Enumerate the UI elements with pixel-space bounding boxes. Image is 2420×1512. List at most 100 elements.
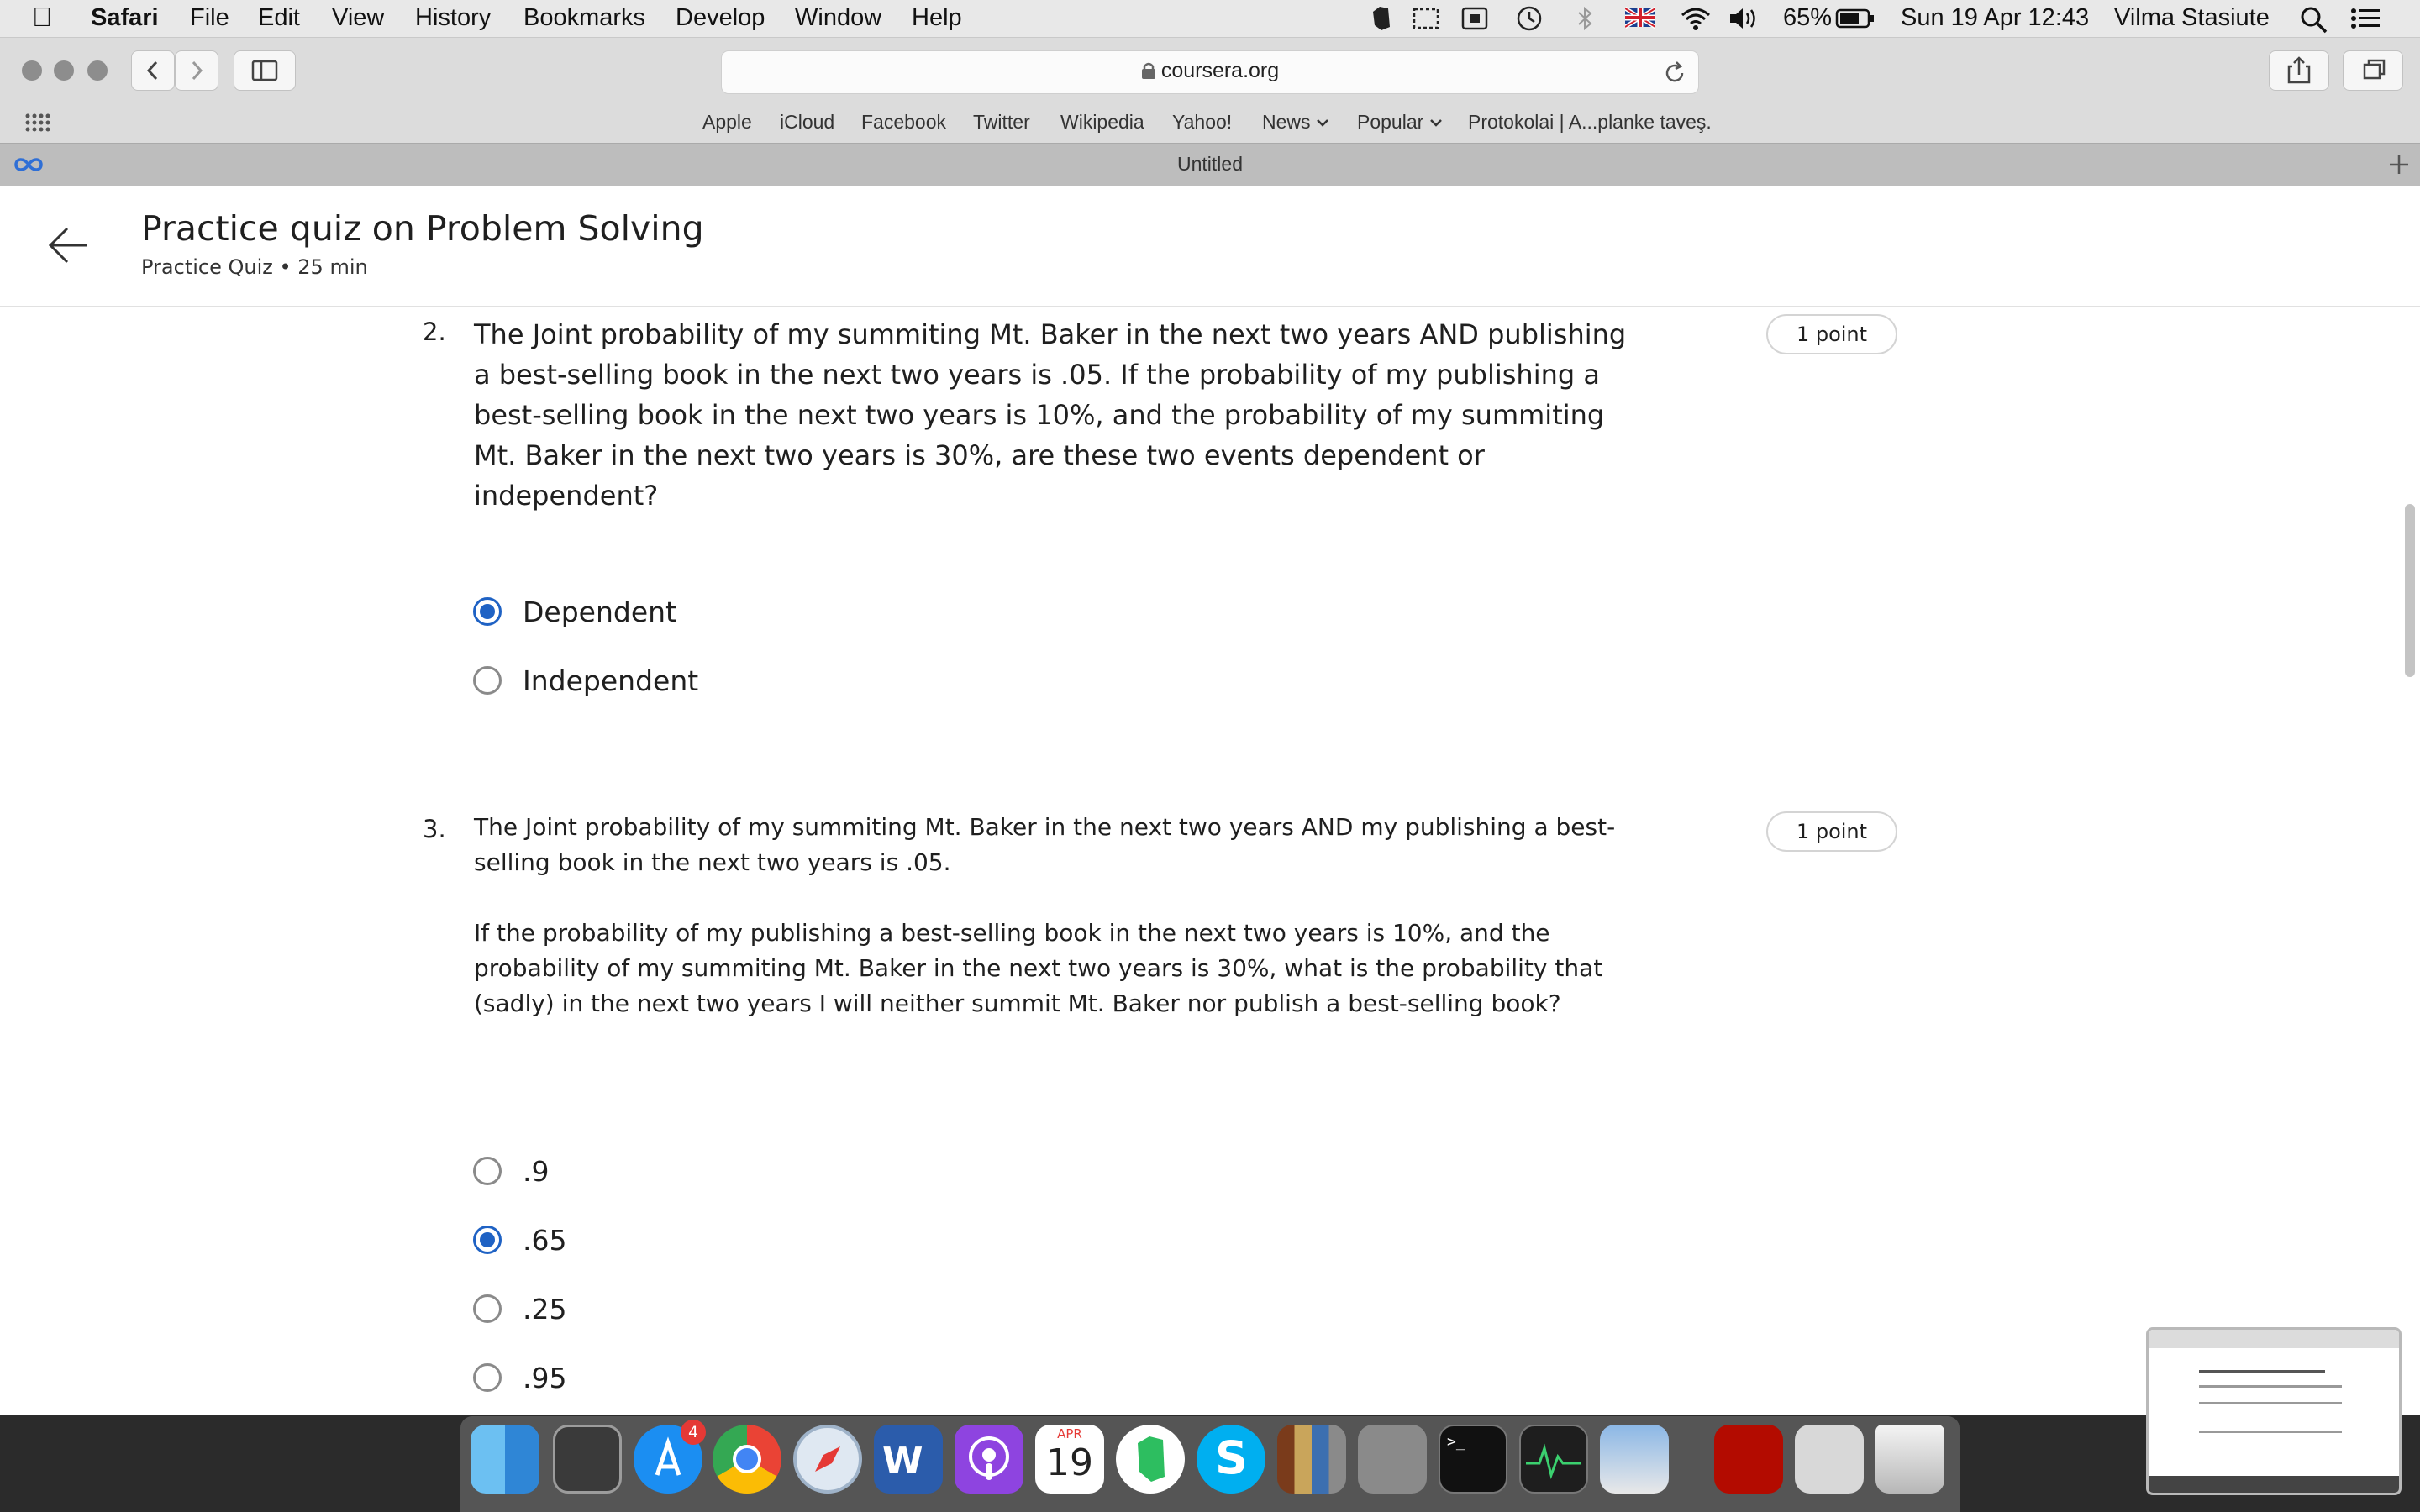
volume-icon[interactable] [1728, 5, 1761, 32]
radio-unselected[interactable] [473, 1363, 502, 1392]
sidebar-toggle-button[interactable] [234, 50, 296, 91]
installer-icon[interactable] [1795, 1425, 1864, 1494]
menu-history[interactable]: History [415, 4, 491, 32]
menu-window[interactable]: Window [795, 4, 881, 32]
terminal-icon[interactable]: >_ [1439, 1425, 1507, 1494]
window-zoom-button[interactable] [87, 60, 108, 81]
menu-file[interactable]: File [190, 4, 229, 32]
menu-help[interactable]: Help [912, 4, 962, 32]
wifi-icon[interactable] [1679, 5, 1712, 32]
tab-untitled[interactable]: Untitled [0, 153, 2420, 176]
window-close-button[interactable] [22, 60, 42, 81]
favorite-icloud[interactable]: iCloud [780, 111, 834, 134]
menu-app-name[interactable]: Safari [91, 4, 159, 32]
safari-icon[interactable] [793, 1425, 862, 1494]
menu-bar:  Safari File Edit View History Bookmark… [0, 0, 2420, 38]
share-icon [2287, 56, 2311, 84]
evernote-status-icon[interactable] [1368, 5, 1393, 32]
calculator-icon[interactable] [1358, 1425, 1427, 1494]
radio-selected[interactable] [473, 597, 502, 626]
activity-monitor-icon[interactable] [1519, 1425, 1588, 1494]
battery-percentage: 65% [1783, 4, 1833, 31]
chevron-down-icon [1317, 119, 1328, 127]
bluetooth-icon[interactable] [1575, 5, 1595, 32]
chevron-left-icon [146, 60, 158, 81]
menu-user[interactable]: Vilma Stasiute [2114, 4, 2270, 32]
radio-unselected[interactable] [473, 1294, 502, 1323]
skype-icon[interactable]: S [1197, 1425, 1265, 1494]
favorite-apple[interactable]: Apple [702, 111, 752, 134]
points-badge: 1 point [1766, 811, 1897, 852]
calendar-icon[interactable]: APR 19 [1035, 1425, 1104, 1494]
favorite-protokolai[interactable]: Protokolai | A...planke taveş. [1468, 111, 1712, 134]
podcasts-icon[interactable] [955, 1425, 1023, 1494]
apps-grid-icon[interactable] [24, 111, 52, 136]
tabs-overview-button[interactable] [2343, 50, 2403, 91]
question-text: The Joint probability of my summiting Mt… [474, 318, 1627, 512]
time-machine-icon[interactable] [1514, 5, 1544, 32]
question-text-paragraph-2: If the probability of my publishing a be… [474, 919, 1603, 1017]
spotlight-search-icon[interactable] [2299, 5, 2329, 34]
calibre-icon[interactable] [1277, 1425, 1346, 1494]
back-arrow-icon[interactable] [45, 222, 92, 269]
menu-clock[interactable]: Sun 19 Apr 12:43 [1901, 4, 2089, 32]
forward-button[interactable] [175, 50, 218, 91]
points-badge: 1 point [1766, 314, 1897, 354]
uk-flag-input-icon[interactable] [1625, 5, 1655, 30]
new-tab-plus-icon[interactable] [2386, 152, 2412, 177]
chevron-down-icon [1429, 119, 1442, 127]
address-bar[interactable]: coursera.org [721, 50, 1699, 94]
notification-center-icon[interactable] [2349, 5, 2383, 32]
finder-icon[interactable] [471, 1425, 539, 1494]
word-icon[interactable]: W [874, 1425, 943, 1494]
question-number: 2. [423, 318, 446, 346]
option-label: .9 [523, 1155, 550, 1188]
page-title: Practice quiz on Problem Solving [141, 208, 704, 249]
menu-edit[interactable]: Edit [258, 4, 300, 32]
calendar-month: APR [1057, 1426, 1082, 1441]
chevron-right-icon [192, 60, 203, 81]
share-button[interactable] [2269, 50, 2329, 91]
question-text-paragraph-1: The Joint probability of my summiting Mt… [474, 813, 1616, 876]
apple-menu-icon[interactable]:  [32, 2, 52, 33]
preview-icon[interactable] [1600, 1425, 1669, 1494]
sidebar-icon [251, 60, 278, 81]
favorite-popular-folder[interactable]: Popular [1357, 111, 1443, 134]
app-store-badge: 4 [681, 1420, 706, 1445]
favorite-news-folder[interactable]: News [1262, 111, 1329, 134]
radio-selected[interactable] [473, 1226, 502, 1254]
favorite-yahoo[interactable]: Yahoo! [1172, 111, 1232, 134]
screenshot-tool-icon[interactable] [1412, 5, 1442, 32]
favorite-facebook[interactable]: Facebook [861, 111, 946, 134]
quiz-header: Practice quiz on Problem Solving Practic… [0, 186, 2420, 307]
option-label: Independent [523, 664, 699, 697]
radio-unselected[interactable] [473, 1157, 502, 1185]
option-label: .95 [523, 1362, 567, 1394]
app-store-icon[interactable]: 4 [634, 1420, 706, 1494]
reload-icon[interactable] [1661, 60, 1688, 87]
option-label: .65 [523, 1224, 567, 1257]
window-minimize-button[interactable] [54, 60, 74, 81]
image-capture-icon[interactable] [553, 1425, 622, 1494]
battery-icon[interactable] [1835, 5, 1876, 30]
evernote-icon[interactable] [1116, 1425, 1185, 1494]
page-scrollbar[interactable] [2405, 504, 2415, 677]
trash-icon[interactable] [1876, 1425, 1944, 1494]
radio-unselected[interactable] [473, 666, 502, 695]
back-button[interactable] [131, 50, 175, 91]
acrobat-icon[interactable] [1714, 1425, 1783, 1494]
favorite-twitter[interactable]: Twitter [973, 111, 1030, 134]
option-label: .25 [523, 1293, 567, 1326]
chrome-icon[interactable] [713, 1425, 781, 1494]
tabs-overview-icon [2363, 59, 2386, 80]
display-mirroring-icon[interactable] [1460, 5, 1491, 32]
screenshot-thumbnail-preview[interactable] [2146, 1327, 2402, 1495]
tab-bar: Untitled [0, 143, 2420, 186]
menu-view[interactable]: View [332, 4, 384, 32]
favorite-wikipedia[interactable]: Wikipedia [1060, 111, 1144, 134]
menu-bookmarks[interactable]: Bookmarks [523, 4, 645, 32]
menu-develop[interactable]: Develop [676, 4, 765, 32]
url-text: coursera.org [1160, 59, 1280, 82]
question-number: 3. [423, 815, 446, 843]
favorite-news-label: News [1262, 111, 1311, 133]
